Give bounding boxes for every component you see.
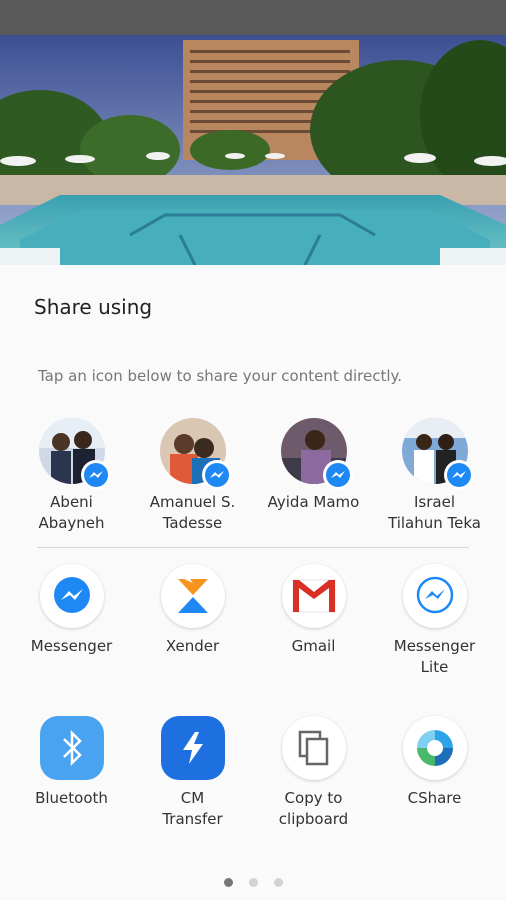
share-sheet-subtitle: Tap an icon below to share your content … [38, 367, 403, 385]
messenger-badge-icon [443, 460, 474, 490]
share-app-cm-transfer[interactable]: CM Transfer [132, 716, 253, 830]
contact-target-amanuel-tadesse[interactable]: Amanuel S. Tadesse [132, 418, 253, 534]
page-dot-active[interactable] [223, 878, 233, 887]
contact-name-line1: Israel [414, 493, 455, 511]
app-label-line1: Xender [165, 637, 220, 655]
share-app-cshare[interactable]: CShare [374, 716, 495, 809]
share-app-xender[interactable]: Xender [132, 564, 253, 657]
contact-name-line1: Abeni [50, 493, 93, 511]
app-label-line2: clipboard [278, 810, 349, 828]
app-label-line2: Transfer [162, 810, 223, 828]
app-label-line1: Messenger [393, 637, 476, 655]
contact-name-line2: Abayneh [38, 514, 105, 532]
contact-name-line1: Ayida Mamo [267, 493, 360, 511]
messenger-badge-icon [201, 460, 232, 490]
xender-icon [160, 564, 225, 628]
app-label-line1: CM [180, 789, 205, 807]
page-dot[interactable] [273, 878, 283, 887]
page-indicator [0, 872, 506, 891]
shared-image-preview [0, 35, 506, 265]
share-sheet-title: Share using [34, 295, 153, 319]
contact-name-line1: Amanuel S. [149, 493, 236, 511]
contact-target-israel-tilahun-teka[interactable]: Israel Tilahun Teka [374, 418, 495, 534]
cshare-icon [402, 716, 467, 780]
copy-icon [281, 716, 346, 780]
share-app-messenger-lite[interactable]: Messenger Lite [374, 564, 495, 678]
status-bar [0, 0, 506, 35]
share-app-gmail[interactable]: Gmail [253, 564, 374, 657]
app-label-line1: Messenger [30, 637, 113, 655]
app-label-line1: Copy to [284, 789, 343, 807]
share-app-messenger[interactable]: Messenger [11, 564, 132, 657]
contact-name-line2: Tilahun Teka [388, 514, 481, 532]
share-app-copy-to-clipboard[interactable]: Copy to clipboard [253, 716, 374, 830]
page-dot[interactable] [248, 878, 258, 887]
share-sheet: Share using Tap an icon below to share y… [0, 265, 506, 900]
contact-target-ayida-mamo[interactable]: Ayida Mamo [253, 418, 374, 513]
app-label-line2: Lite [420, 658, 449, 676]
divider [37, 547, 469, 548]
gmail-icon [281, 564, 346, 628]
messenger-lite-icon [402, 564, 467, 628]
contact-name-line2: Tadesse [162, 514, 223, 532]
messenger-badge-icon [322, 460, 353, 490]
contact-avatar [38, 418, 111, 490]
bluetooth-icon [39, 716, 104, 780]
share-app-bluetooth[interactable]: Bluetooth [11, 716, 132, 809]
messenger-icon [39, 564, 104, 628]
contact-avatar [159, 418, 232, 490]
app-label-line1: Gmail [291, 637, 336, 655]
contact-avatar [280, 418, 353, 490]
cm-transfer-icon [160, 716, 225, 780]
messenger-badge-icon [80, 460, 111, 490]
app-label-line1: Bluetooth [35, 789, 108, 807]
contact-target-abeni-abayneh[interactable]: Abeni Abayneh [11, 418, 132, 534]
app-label-line1: CShare [407, 789, 462, 807]
contact-avatar [401, 418, 474, 490]
